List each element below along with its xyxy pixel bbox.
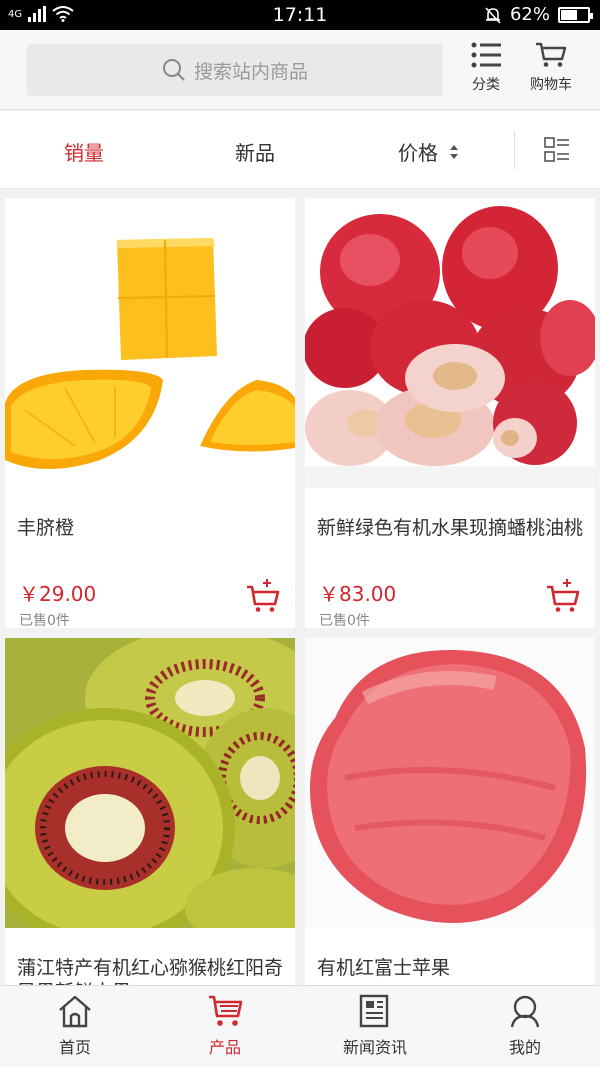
product-image-peach <box>305 198 595 488</box>
cart-icon <box>209 995 243 1026</box>
product-card[interactable]: 蒲江特产有机红心猕猴桃红阳奇异果新鲜水果 <box>5 638 295 985</box>
add-to-cart-button[interactable] <box>245 578 281 618</box>
tab-news-label: 新闻资讯 <box>342 1038 407 1057</box>
bottom-tab-bar: 首页 产品 新闻资讯 我的 <box>0 985 600 1067</box>
product-name[interactable]: 丰脐橙 <box>17 516 287 540</box>
cart-label: 购物车 <box>530 77 572 93</box>
home-icon <box>59 995 91 1028</box>
product-name[interactable]: 蒲江特产有机红心猕猴桃红阳奇异果新鲜水果 <box>17 956 287 985</box>
tab-home[interactable]: 首页 <box>0 994 150 1058</box>
battery-icon <box>558 6 593 23</box>
sort-sales[interactable]: 销量 <box>64 137 104 166</box>
status-bar: 4G 17:11 62% <box>0 0 600 30</box>
list-layout-icon <box>544 137 569 162</box>
product-sold: 已售0件 <box>19 613 70 629</box>
sort-divider <box>514 131 515 169</box>
tab-mine-label: 我的 <box>508 1038 541 1057</box>
sort-price-label: 价格 <box>398 141 438 165</box>
product-name[interactable]: 新鲜绿色有机水果现摘蟠桃油桃 <box>317 516 587 540</box>
battery-percent: 62% <box>509 4 550 25</box>
sort-arrows-icon <box>450 144 458 159</box>
layout-toggle-button[interactable] <box>544 137 570 167</box>
top-header: 搜索站内商品 分类 购物车 <box>0 30 600 110</box>
product-image-orange <box>5 198 295 488</box>
cart-icon <box>536 42 567 67</box>
product-card[interactable]: 丰脐橙 ￥29.00 已售0件 <box>5 198 295 629</box>
newspaper-icon <box>359 994 389 1028</box>
tab-mine[interactable]: 我的 <box>450 994 600 1058</box>
tab-products[interactable]: 产品 <box>150 994 300 1058</box>
mute-bell-icon <box>485 6 501 24</box>
product-sold: 已售0件 <box>319 613 370 629</box>
list-icon <box>471 42 501 68</box>
search-placeholder: 搜索站内商品 <box>193 60 308 83</box>
product-image-apple <box>305 638 595 928</box>
tab-home-label: 首页 <box>58 1038 91 1057</box>
add-cart-icon <box>247 579 280 612</box>
tab-products-label: 产品 <box>208 1038 241 1057</box>
sort-price[interactable]: 价格 <box>398 137 460 166</box>
sort-bar: 销量 新品 价格 <box>0 111 600 189</box>
product-grid: 丰脐橙 ￥29.00 已售0件 新鲜绿色有机水果现摘蟠桃油桃 ￥83.00 已售… <box>0 190 600 985</box>
sort-new[interactable]: 新品 <box>235 137 275 166</box>
search-input[interactable]: 搜索站内商品 <box>27 44 443 96</box>
add-to-cart-button[interactable] <box>545 578 581 618</box>
product-card[interactable]: 新鲜绿色有机水果现摘蟠桃油桃 ￥83.00 已售0件 <box>305 198 595 629</box>
cart-button[interactable]: 购物车 <box>519 42 583 94</box>
product-price: ￥29.00 <box>19 582 97 606</box>
product-card[interactable]: 有机红富士苹果 <box>305 638 595 985</box>
product-price: ￥83.00 <box>319 582 397 606</box>
user-icon <box>510 995 540 1028</box>
category-label: 分类 <box>472 77 500 93</box>
product-name[interactable]: 有机红富士苹果 <box>317 956 587 980</box>
add-cart-icon <box>547 579 580 612</box>
category-button[interactable]: 分类 <box>454 42 518 94</box>
product-image-kiwi <box>5 638 295 928</box>
search-icon <box>162 59 185 81</box>
tab-news[interactable]: 新闻资讯 <box>300 994 450 1058</box>
